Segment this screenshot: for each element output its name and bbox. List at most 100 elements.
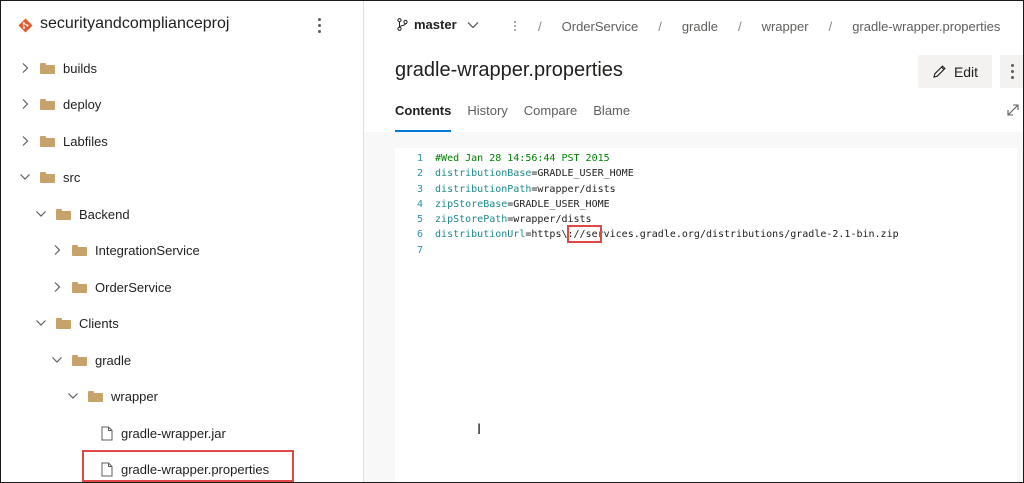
file-title: gradle-wrapper.properties xyxy=(395,59,623,81)
breadcrumb-item-file[interactable]: gradle-wrapper.properties xyxy=(852,19,1000,34)
tab-contents[interactable]: Contents xyxy=(395,103,452,132)
folder-icon xyxy=(40,98,55,110)
branch-name: master xyxy=(414,17,457,32)
chevron-right-icon[interactable] xyxy=(18,134,32,148)
code-line: 3 distributionPath =wrapper/dists xyxy=(417,182,899,197)
line-number: 6 xyxy=(417,229,424,241)
tab-blame[interactable]: Blame xyxy=(593,103,630,128)
chevron-down-icon[interactable] xyxy=(34,316,48,330)
window: securityandcomplianceproj builds deploy La… xyxy=(0,0,1024,483)
code-lines: 1 #Wed Jan 28 14:56:44 PST 2015 2 distrib… xyxy=(417,151,899,258)
tab-history[interactable]: History xyxy=(467,103,507,128)
folder-icon xyxy=(56,317,71,329)
git-repo-icon xyxy=(18,18,33,33)
code-value: =GRADLE_USER_HOME xyxy=(507,198,610,210)
tree-folder-item[interactable]: src xyxy=(18,159,80,195)
tree-file-item[interactable]: gradle-wrapper.jar xyxy=(101,415,226,451)
breadcrumb-separator: / xyxy=(737,19,742,34)
tree-folder-item[interactable]: OrderService xyxy=(50,269,172,305)
breadcrumb-separator: / xyxy=(658,19,662,34)
https-highlight xyxy=(567,225,602,243)
file-icon xyxy=(101,426,113,440)
pencil-icon xyxy=(933,65,946,78)
code-comment: #Wed Jan 28 14:56:44 PST 2015 xyxy=(435,153,610,164)
code-key: distributionUrl xyxy=(435,229,526,241)
code-key: distributionBase xyxy=(435,168,532,180)
code-line: 2 distributionBase =GRADLE_USER_HOME xyxy=(417,166,899,181)
chevron-right-icon[interactable] xyxy=(50,243,64,257)
line-number: 3 xyxy=(417,183,424,195)
line-number: 7 xyxy=(417,244,424,256)
project-name[interactable]: securityandcomplianceproj xyxy=(40,15,229,33)
branch-selector[interactable]: master xyxy=(397,17,485,32)
tree-folder-item[interactable]: gradle xyxy=(50,342,131,378)
file-viewer-panel: master / OrderService / gradle / wrapper… xyxy=(364,1,1023,482)
tree-item-label: gradle xyxy=(95,352,132,368)
chevron-down-icon[interactable] xyxy=(18,170,32,184)
tree-item-label: Backend xyxy=(79,206,130,222)
folder-icon xyxy=(40,171,55,183)
code-line: 4 zipStoreBase =GRADLE_USER_HOME xyxy=(417,197,899,212)
tree-item-label: Clients xyxy=(79,315,119,331)
tree-folder-item[interactable]: IntegrationService xyxy=(50,232,200,268)
line-number: 4 xyxy=(417,198,424,210)
tree-item-label: builds xyxy=(63,60,97,76)
tree-item-label: wrapper xyxy=(111,388,158,404)
breadcrumb: / OrderService / gradle / wrapper / grad… xyxy=(538,19,1000,34)
project-more-options-icon[interactable] xyxy=(313,13,325,37)
breadcrumb-item-gradle[interactable]: gradle xyxy=(682,19,718,34)
tree-folder-item[interactable]: Backend xyxy=(34,196,130,232)
tree-item-label: IntegrationService xyxy=(95,242,200,258)
breadcrumb-item-orderservice[interactable]: OrderService xyxy=(562,19,639,34)
breadcrumb-item-wrapper[interactable]: wrapper xyxy=(762,19,809,34)
tree-item-label: src xyxy=(63,169,81,185)
edit-label: Edit xyxy=(953,63,979,80)
code-value: =GRADLE_USER_HOME xyxy=(531,168,634,180)
folder-icon xyxy=(40,62,55,74)
breadcrumb-separator: / xyxy=(538,19,542,34)
line-number: 1 xyxy=(417,153,424,164)
project-header: securityandcomplianceproj xyxy=(1,1,363,51)
breadcrumb-more-icon[interactable] xyxy=(510,16,520,36)
folder-icon xyxy=(88,390,103,402)
tree-folder-item[interactable]: deploy xyxy=(18,86,101,122)
folder-icon xyxy=(72,244,87,256)
tree-folder-item[interactable]: Labfiles xyxy=(18,123,108,159)
expand-icon[interactable] xyxy=(1006,103,1020,117)
code-line: 7 xyxy=(417,243,899,258)
tree-item-label: deploy xyxy=(63,96,102,112)
chevron-right-icon[interactable] xyxy=(18,61,32,75)
tree-item-label: gradle-wrapper.jar xyxy=(121,425,226,441)
chevron-right-icon[interactable] xyxy=(50,280,64,294)
folder-icon xyxy=(56,208,71,220)
text-cursor-icon: I xyxy=(477,422,482,438)
tree-item-label: Labfiles xyxy=(63,133,108,149)
file-tabs: Contents History Compare Blame xyxy=(395,103,646,132)
file-more-options-icon[interactable] xyxy=(1000,55,1023,88)
chevron-down-icon[interactable] xyxy=(66,389,80,403)
chevron-down-icon xyxy=(467,21,479,28)
folder-icon xyxy=(72,354,87,366)
code-key: zipStoreBase xyxy=(435,198,508,210)
chevron-down-icon[interactable] xyxy=(34,207,48,221)
edit-button[interactable]: Edit xyxy=(918,55,992,88)
tree-folder-item[interactable]: Clients xyxy=(34,305,119,341)
branch-icon xyxy=(397,18,408,31)
tree-item-label: OrderService xyxy=(95,279,172,295)
tab-compare[interactable]: Compare xyxy=(524,103,577,128)
code-editor[interactable]: 1 #Wed Jan 28 14:56:44 PST 2015 2 distrib… xyxy=(395,148,1017,482)
line-number: 5 xyxy=(417,214,424,226)
code-key: distributionPath xyxy=(435,183,532,195)
code-line: 6 distributionUrl =https\://services.grad… xyxy=(417,227,899,242)
tree-folder-item[interactable]: builds xyxy=(18,50,97,86)
folder-icon xyxy=(40,135,55,147)
chevron-right-icon[interactable] xyxy=(18,97,32,111)
chevron-down-icon[interactable] xyxy=(50,353,64,367)
breadcrumb-separator: / xyxy=(828,19,833,34)
code-line: 5 zipStorePath =wrapper/dists xyxy=(417,212,899,227)
code-value: =wrapper/dists xyxy=(531,183,616,195)
line-number: 2 xyxy=(417,168,424,180)
code-line: 1 #Wed Jan 28 14:56:44 PST 2015 xyxy=(417,151,899,166)
folder-icon xyxy=(72,281,87,293)
tree-folder-item[interactable]: wrapper xyxy=(66,378,158,414)
